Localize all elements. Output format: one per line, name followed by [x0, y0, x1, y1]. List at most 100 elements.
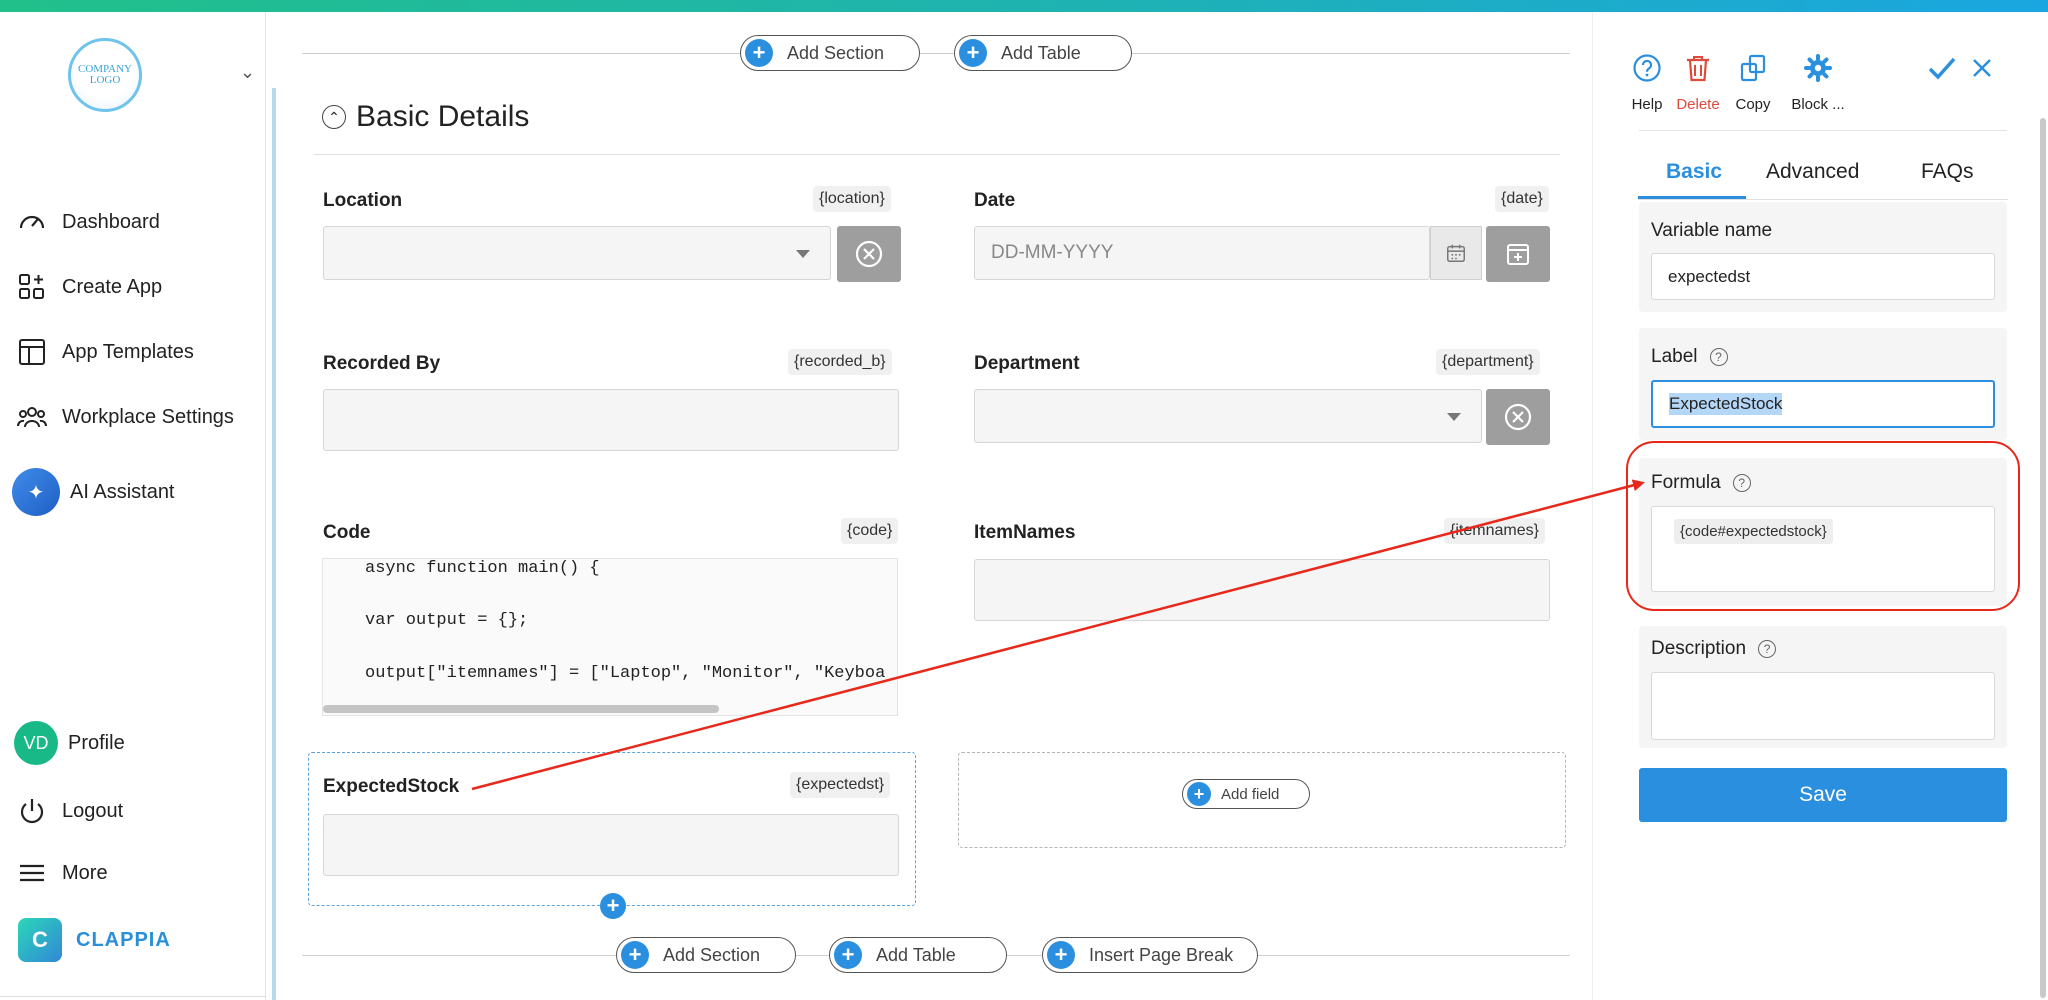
field-tag-date: {date} [1495, 186, 1549, 212]
sidebar-item-label: More [62, 861, 108, 884]
tab-basic[interactable]: Basic [1666, 160, 1722, 184]
plus-icon: + [834, 941, 862, 969]
caret-down-icon [1447, 413, 1461, 421]
tab-faqs[interactable]: FAQs [1921, 160, 1974, 184]
brand-logo[interactable]: C CLAPPIA [18, 918, 171, 962]
plus-icon: + [745, 39, 773, 67]
field-tag-recorded-by: {recorded_b} [788, 349, 892, 375]
tab-advanced[interactable]: Advanced [1766, 160, 1859, 184]
sidebar-item-workplace-settings[interactable]: Workplace Settings [0, 392, 266, 442]
clappia-icon: C [18, 918, 62, 962]
tool-label: Block ... [1791, 96, 1845, 113]
block-settings-button[interactable]: Block ... [1783, 48, 1853, 113]
panel-scrollbar[interactable] [2040, 118, 2046, 998]
expectedstock-input[interactable] [323, 814, 899, 876]
clear-department-button[interactable] [1486, 389, 1550, 445]
field-tag-itemnames: {itemnames} [1444, 518, 1545, 544]
button-label: Add Section [663, 944, 761, 965]
recorded-by-input[interactable] [323, 389, 899, 451]
divider [0, 996, 266, 997]
field-tag-expectedstock: {expectedst} [790, 772, 891, 798]
date-picker-button[interactable] [1486, 226, 1550, 282]
power-icon [16, 795, 48, 827]
button-label: Add Table [876, 944, 956, 965]
section-header[interactable]: ⌃ Basic Details [322, 100, 529, 134]
help-circle-icon[interactable]: ? [1758, 640, 1777, 658]
clear-location-button[interactable] [837, 226, 901, 282]
divider [314, 154, 1560, 155]
company-logo[interactable]: COMPANY LOGO [68, 38, 142, 112]
section-title: Basic Details [356, 100, 530, 133]
field-label-recorded-by: Recorded By [323, 353, 441, 374]
field-tag-location: {location} [813, 186, 891, 212]
active-tab-indicator [1638, 196, 1746, 199]
variable-name-input[interactable]: expectedst [1651, 253, 1995, 300]
variable-name-card: Variable name expectedst [1639, 202, 2007, 312]
label-input[interactable]: ExpectedStock [1651, 380, 1995, 428]
field-label-department: Department [974, 353, 1080, 374]
date-input[interactable]: DD-MM-YYYY [974, 226, 1430, 280]
annotation-highlight [1626, 441, 2020, 611]
caret-down-icon [796, 250, 810, 258]
field-label-date: Date [974, 190, 1016, 211]
sidebar-item-ai-assistant[interactable]: ✦ AI Assistant [0, 467, 266, 517]
copy-button[interactable]: Copy [1718, 48, 1788, 113]
plus-icon: + [1187, 782, 1211, 806]
templates-icon [16, 336, 48, 368]
gear-icon [1804, 54, 1832, 82]
sidebar-item-app-templates[interactable]: App Templates [0, 327, 266, 377]
insert-page-break-button[interactable]: + Insert Page Break [1042, 937, 1258, 973]
add-field-button[interactable]: + Add field [1182, 779, 1310, 809]
help-icon [1633, 54, 1661, 82]
sidebar-item-label: Dashboard [62, 210, 160, 233]
location-select[interactable] [323, 226, 831, 280]
sidebar-item-label: Create App [62, 275, 163, 298]
brand-name: CLAPPIA [76, 928, 171, 951]
field-label-code: Code [323, 522, 371, 543]
button-label: Insert Page Break [1089, 944, 1234, 965]
code-line: async function main() { [365, 559, 600, 578]
check-icon[interactable] [1926, 52, 1958, 89]
save-button[interactable]: Save [1639, 768, 2007, 822]
sidebar-item-dashboard[interactable]: Dashboard [0, 197, 266, 247]
users-icon [16, 401, 48, 433]
plus-icon: + [1047, 941, 1075, 969]
plus-icon: + [959, 39, 987, 67]
horizontal-scrollbar[interactable] [323, 705, 719, 713]
close-circle-icon [855, 240, 883, 268]
form-canvas: + Add Section + Add Table ⌃ Basic Detail… [276, 12, 1592, 1000]
plus-icon[interactable]: + [600, 893, 626, 919]
trash-icon [1687, 56, 1709, 82]
sidebar-item-label: AI Assistant [70, 480, 175, 503]
sidebar-item-label: App Templates [62, 340, 194, 363]
variable-name-label: Variable name [1651, 220, 1773, 241]
sidebar-item-label: Workplace Settings [62, 405, 234, 428]
field-tag-department: {department} [1436, 349, 1540, 375]
chevron-up-icon[interactable]: ⌃ [322, 105, 346, 129]
add-section-button-bottom[interactable]: + Add Section [616, 937, 796, 973]
close-icon[interactable] [1970, 56, 1994, 85]
code-editor[interactable]: async function main() { var output = {};… [322, 558, 898, 716]
chevron-down-icon[interactable]: ⌄ [240, 62, 255, 83]
add-section-button[interactable]: + Add Section [740, 35, 920, 71]
sidebar-item-create-app[interactable]: Create App [0, 262, 266, 312]
panel-tabs: Basic Advanced FAQs [1638, 130, 2008, 200]
department-select[interactable] [974, 389, 1482, 443]
itemnames-input[interactable] [974, 559, 1550, 621]
button-label: Add field [1221, 785, 1280, 803]
help-circle-icon[interactable]: ? [1709, 348, 1728, 366]
field-label-itemnames: ItemNames [974, 522, 1076, 543]
button-label: Add Table [1001, 42, 1081, 63]
description-input[interactable] [1651, 672, 1995, 740]
code-line: var output = {}; [365, 611, 529, 630]
calendar-icon[interactable] [1430, 226, 1482, 280]
add-table-button[interactable]: + Add Table [954, 35, 1132, 71]
copy-icon [1740, 54, 1766, 82]
sidebar-item-profile[interactable]: VD Profile [0, 718, 266, 768]
field-tag-code: {code} [841, 518, 899, 544]
dashboard-icon [16, 206, 48, 238]
logo-text: COMPANY LOGO [77, 63, 132, 86]
add-table-button-bottom[interactable]: + Add Table [829, 937, 1007, 973]
sidebar-item-logout[interactable]: Logout [0, 786, 266, 836]
sidebar-item-more[interactable]: More [0, 848, 266, 898]
